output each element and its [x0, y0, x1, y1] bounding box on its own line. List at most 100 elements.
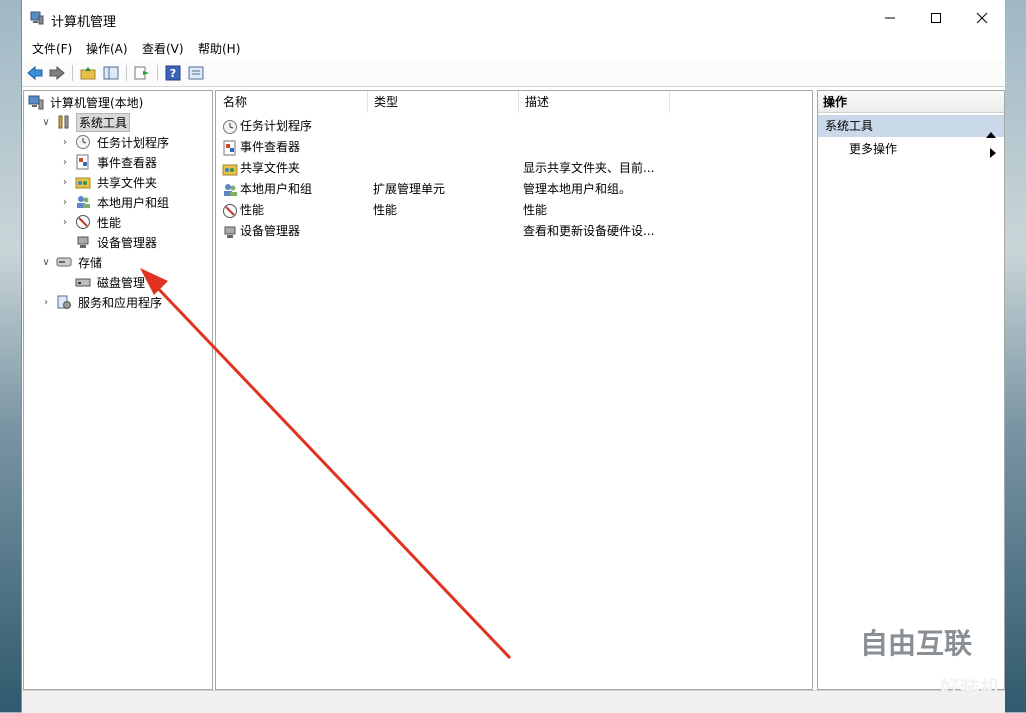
list-item-name: 共享文件夹 [240, 161, 301, 175]
chevron-down-icon[interactable]: ∨ [40, 117, 52, 128]
menu-help[interactable]: 帮助(H) [198, 40, 240, 57]
list-row[interactable]: 本地用户和组 扩展管理单元 管理本地用户和组。 [216, 179, 812, 200]
chevron-right-icon[interactable]: › [59, 137, 71, 148]
tree-item-label: 性能 [97, 215, 122, 230]
toolbar: ? [22, 60, 1005, 87]
list-cell-name: 共享文件夹 [222, 158, 300, 179]
chevron-down-icon[interactable]: ∨ [40, 257, 52, 268]
column-header-name[interactable]: 名称 [216, 91, 368, 113]
performance-icon [75, 214, 91, 230]
tree-item-label: 设备管理器 [97, 235, 158, 250]
menu-bar: 文件(F) 操作(A) 查看(V) 帮助(H) [22, 38, 1005, 60]
tree-item[interactable]: ∨ 存储 [40, 252, 104, 272]
tree-item[interactable]: › 服务和应用程序 [40, 292, 164, 312]
tools-icon [56, 114, 72, 130]
list-cell-name: 事件查看器 [222, 137, 300, 158]
disk-icon [75, 274, 91, 290]
list-cell-name: 任务计划程序 [222, 116, 312, 137]
chevron-right-icon[interactable]: › [40, 297, 52, 308]
more-actions-item[interactable]: 更多操作 [818, 139, 1004, 159]
tree-item-label: 本地用户和组 [97, 195, 170, 210]
properties-icon[interactable] [187, 64, 205, 82]
maximize-button[interactable] [913, 0, 959, 38]
tree-item-label: 计算机管理(本地) [50, 95, 144, 110]
svg-text:?: ? [170, 67, 176, 80]
results-list: 名称 类型 描述 任务计划程序 事件查看器共享文件夹 显示共享文件夹、目前... 本地… [215, 90, 813, 690]
minimize-button[interactable] [867, 0, 913, 38]
forward-arrow-icon[interactable] [48, 64, 66, 82]
list-cell-desc: 显示共享文件夹、目前... [523, 161, 655, 175]
export-list-icon[interactable] [133, 64, 151, 82]
tree-item[interactable]: › 共享文件夹 [59, 172, 159, 192]
back-arrow-icon[interactable] [26, 64, 44, 82]
tree-item[interactable]: 计算机管理(本地) [28, 92, 145, 112]
window-title: 计算机管理 [51, 15, 117, 30]
toolbar-separator [157, 65, 158, 81]
list-row[interactable]: 任务计划程序 [216, 116, 812, 137]
column-header-type[interactable]: 类型 [367, 91, 519, 113]
tree-item-label: 磁盘管理 [97, 275, 146, 290]
tree-item[interactable]: › 性能 [59, 212, 123, 232]
list-cell-desc: 性能 [523, 203, 548, 217]
list-item-name: 事件查看器 [240, 140, 301, 154]
chevron-right-icon[interactable]: › [59, 197, 71, 208]
event-viewer-icon [75, 154, 91, 170]
actions-pane: 操作 系统工具 更多操作 [817, 90, 1005, 690]
performance-icon [222, 203, 238, 219]
list-cell-name: 设备管理器 [222, 221, 300, 242]
tree-item[interactable]: 设备管理器 [59, 232, 159, 252]
storage-icon [56, 254, 72, 270]
list-item-name: 任务计划程序 [240, 119, 313, 133]
shared-folder-icon [75, 174, 91, 190]
computer-management-icon [30, 11, 44, 25]
title-bar[interactable]: 计算机管理 [22, 0, 1005, 38]
column-header-desc[interactable]: 描述 [518, 91, 670, 113]
close-button[interactable] [959, 0, 1005, 38]
more-actions-label: 更多操作 [849, 142, 898, 156]
list-row[interactable]: 设备管理器 查看和更新设备硬件设... [216, 221, 812, 242]
list-row[interactable]: 性能 性能 性能 [216, 200, 812, 221]
watermark-brand: 自由互联 [860, 627, 973, 660]
list-row[interactable]: 事件查看器 [216, 137, 812, 158]
tree-item[interactable]: › 事件查看器 [59, 152, 159, 172]
menu-view[interactable]: 查看(V) [142, 40, 184, 57]
tree-item[interactable]: › 本地用户和组 [59, 192, 171, 212]
chevron-right-icon [990, 144, 996, 164]
tree-item-label: 共享文件夹 [97, 175, 158, 190]
computer-management-window: 计算机管理 文件(F) 操作(A) 查看(V) 帮助(H) ? 计算机管理(本地… [21, 0, 1005, 713]
users-icon [222, 182, 238, 198]
actions-header: 操作 [818, 91, 1004, 113]
show-hide-tree-icon[interactable] [102, 64, 120, 82]
list-cell-name: 本地用户和组 [222, 179, 312, 200]
chevron-right-icon[interactable]: › [59, 157, 71, 168]
chevron-right-icon[interactable]: › [59, 177, 71, 188]
tree-item-label: 服务和应用程序 [78, 295, 163, 310]
console-tree: 计算机管理(本地) ∨ 系统工具 › 任务计划程序 › 事件查看器 › 共享文件夹 › 本地用户和组… [23, 90, 213, 690]
up-folder-icon[interactable] [79, 64, 97, 82]
minimize-icon [884, 12, 896, 27]
tree-item-label: 系统工具 [76, 112, 131, 132]
users-icon [75, 194, 91, 210]
list-item-name: 本地用户和组 [240, 182, 313, 196]
list-cell-name: 性能 [222, 200, 264, 221]
help-icon[interactable]: ? [164, 64, 182, 82]
tree-item[interactable]: ∨ 系统工具 [40, 112, 131, 132]
device-manager-icon [75, 234, 91, 250]
list-item-name: 设备管理器 [240, 224, 301, 238]
chevron-right-icon[interactable]: › [59, 217, 71, 228]
actions-section-system-tools[interactable]: 系统工具 [818, 115, 1004, 138]
status-bar [22, 690, 1005, 713]
list-cell-type: 扩展管理单元 [373, 182, 446, 196]
tree-item[interactable]: › 任务计划程序 [59, 132, 171, 152]
list-row[interactable]: 共享文件夹 显示共享文件夹、目前... [216, 158, 812, 179]
menu-file[interactable]: 文件(F) [32, 40, 72, 57]
toolbar-separator [126, 65, 127, 81]
device-manager-icon [222, 224, 238, 240]
close-icon [976, 12, 988, 27]
toolbar-separator [72, 65, 73, 81]
tree-item[interactable]: 磁盘管理 [59, 272, 147, 292]
menu-action[interactable]: 操作(A) [86, 40, 128, 57]
maximize-icon [930, 12, 942, 27]
list-cell-type: 性能 [373, 203, 398, 217]
services-icon [56, 294, 72, 310]
